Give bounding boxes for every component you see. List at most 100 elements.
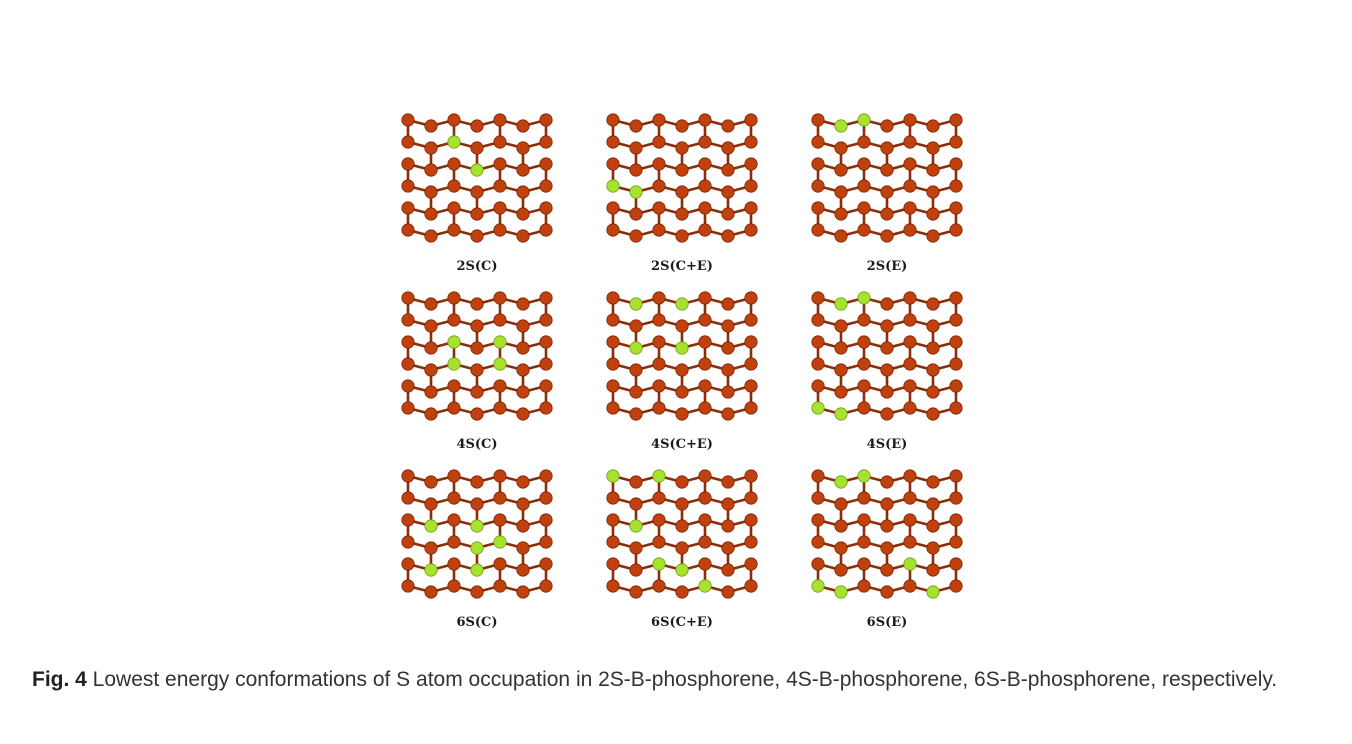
phosphorus-atom	[606, 491, 620, 505]
phosphorus-atom	[516, 497, 530, 511]
phosphorus-atom	[857, 357, 871, 371]
phosphorus-atom	[539, 579, 553, 593]
phosphorus-atom	[834, 541, 848, 555]
phosphorus-atom	[949, 313, 963, 327]
phosphorus-atom	[926, 163, 940, 177]
phosphorus-atom	[926, 363, 940, 377]
phosphorus-atom	[811, 491, 825, 505]
phosphorus-atom	[424, 341, 438, 355]
phosphorus-atom	[401, 401, 415, 415]
phosphorus-atom	[949, 513, 963, 527]
phosphorus-atom	[629, 585, 643, 599]
phosphorus-atom	[516, 585, 530, 599]
phosphorus-atom	[470, 363, 484, 377]
phosphorus-atom	[880, 475, 894, 489]
phosphorus-atom	[857, 157, 871, 171]
phosphorus-atom	[880, 497, 894, 511]
phosphorus-atom	[926, 141, 940, 155]
sulfur-atom	[652, 469, 666, 483]
phosphorus-atom	[470, 585, 484, 599]
phosphorus-atom	[470, 475, 484, 489]
phosphorus-atom	[675, 541, 689, 555]
phosphorus-atom	[880, 207, 894, 221]
phosphorus-atom	[721, 563, 735, 577]
phosphorus-atom	[721, 119, 735, 133]
phosphorus-atom	[493, 201, 507, 215]
phosphorus-atom	[606, 401, 620, 415]
phosphorus-atom	[721, 229, 735, 243]
phosphorus-atom	[744, 557, 758, 571]
phosphorus-atom	[470, 385, 484, 399]
phosphorus-atom	[949, 179, 963, 193]
phosphorus-atom	[949, 469, 963, 483]
phosphorus-atom	[698, 313, 712, 327]
phosphorus-atom	[401, 113, 415, 127]
phosphorus-atom	[744, 113, 758, 127]
phosphorus-atom	[516, 519, 530, 533]
phosphorus-atom	[903, 313, 917, 327]
phosphorus-atom	[834, 319, 848, 333]
phosphorus-atom	[470, 185, 484, 199]
phosphorus-atom	[721, 163, 735, 177]
phosphorus-atom	[903, 513, 917, 527]
phosphorus-atom	[424, 185, 438, 199]
phosphorus-atom	[949, 557, 963, 571]
phosphorus-atom	[811, 113, 825, 127]
figure-caption: Fig. 4 Lowest energy conformations of S …	[32, 658, 1322, 702]
phosphorus-atom	[539, 401, 553, 415]
phosphorus-atom	[744, 469, 758, 483]
phosphorus-atom	[675, 319, 689, 333]
sulfur-atom	[857, 291, 871, 305]
figure-image: 2S(C) 2S(C+E) 2S(E) 4S(C) 4S(C+E) 4S(E) 6S(C) 6…	[398, 108, 990, 638]
phosphorus-atom	[857, 401, 871, 415]
phosphorus-atom	[424, 541, 438, 555]
phosphorus-atom	[539, 179, 553, 193]
phosphorus-atom	[401, 535, 415, 549]
phosphorus-atom	[880, 407, 894, 421]
phosphorus-atom	[880, 519, 894, 533]
phosphorus-atom	[629, 207, 643, 221]
phosphorus-atom	[447, 157, 461, 171]
structure-panel: 2S(C+E)	[606, 113, 758, 274]
phosphorus-atom	[834, 141, 848, 155]
phosphorus-atom	[811, 535, 825, 549]
phosphorus-atom	[880, 163, 894, 177]
phosphorus-atom	[903, 201, 917, 215]
phosphorus-atom	[698, 379, 712, 393]
phosphorus-atom	[629, 229, 643, 243]
phosphorus-atom	[401, 579, 415, 593]
phosphorus-atom	[606, 579, 620, 593]
sulfur-atom	[606, 179, 620, 193]
sulfur-atom	[470, 519, 484, 533]
phosphorus-atom	[721, 141, 735, 155]
phosphorus-atom	[652, 401, 666, 415]
phosphorus-atom	[880, 119, 894, 133]
phosphorus-atom	[698, 291, 712, 305]
phosphorus-atom	[698, 135, 712, 149]
phosphorus-atom	[880, 385, 894, 399]
phosphorus-atom	[698, 113, 712, 127]
sulfur-atom	[834, 407, 848, 421]
phosphorus-atom	[516, 385, 530, 399]
phosphorus-atom	[926, 563, 940, 577]
phosphorene-structures-figure: 2S(C) 2S(C+E) 2S(E) 4S(C) 4S(C+E) 4S(E) 6S(C) 6…	[401, 113, 963, 630]
phosphorus-atom	[903, 223, 917, 237]
phosphorus-atom	[721, 185, 735, 199]
phosphorus-atom	[811, 157, 825, 171]
phosphorus-atom	[606, 291, 620, 305]
phosphorus-atom	[447, 513, 461, 527]
phosphorus-atom	[493, 469, 507, 483]
phosphorus-atom	[903, 579, 917, 593]
phosphorus-atom	[447, 469, 461, 483]
sulfur-atom	[470, 541, 484, 555]
phosphorus-atom	[834, 163, 848, 177]
phosphorus-atom	[516, 163, 530, 177]
phosphorus-atom	[493, 579, 507, 593]
sulfur-atom	[834, 475, 848, 489]
phosphorus-atom	[949, 157, 963, 171]
phosphorus-atom	[401, 469, 415, 483]
sulfur-atom	[424, 519, 438, 533]
sulfur-atom	[470, 163, 484, 177]
phosphorus-atom	[926, 541, 940, 555]
phosphorus-atom	[880, 563, 894, 577]
